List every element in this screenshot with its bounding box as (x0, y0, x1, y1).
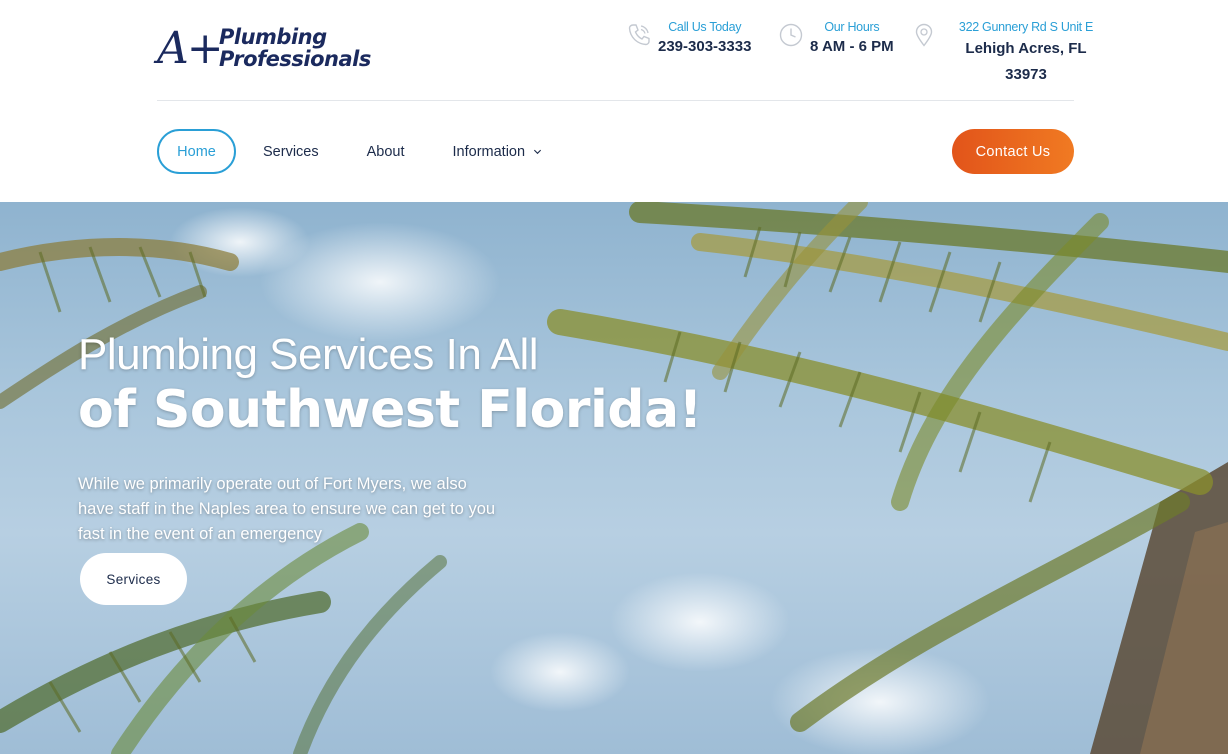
site-header: A+ Plumbing Professionals Call Us Today … (0, 0, 1228, 202)
logo-mark: A+ (157, 23, 224, 74)
logo-line1: Plumbing (219, 25, 327, 49)
hero-title-line1: Plumbing Services In All (78, 330, 539, 379)
nav-about[interactable]: About (367, 129, 405, 174)
hours-label: Our Hours (824, 20, 880, 34)
hero-section: Plumbing Services In All of Southwest Fl… (0, 202, 1228, 754)
nav-services[interactable]: Services (263, 129, 319, 174)
main-nav: Home Services About Information (157, 129, 542, 174)
nav-home[interactable]: Home (157, 129, 236, 174)
hours-info: Our Hours 8 AM - 6 PM (778, 18, 894, 58)
map-pin-icon (911, 22, 937, 48)
logo-wordmark: Plumbing Professionals (219, 26, 371, 70)
header-divider (157, 100, 1074, 101)
hero-services-button[interactable]: Services (80, 553, 187, 605)
contact-us-button[interactable]: Contact Us (952, 129, 1074, 174)
hero-subtitle: While we primarily operate out of Fort M… (78, 475, 496, 543)
phone-number[interactable]: 239-303-3333 (658, 36, 751, 58)
phone-icon (626, 22, 652, 48)
site-logo[interactable]: A+ Plumbing Professionals (157, 22, 372, 78)
hero-title-line2: of Southwest Florida! (78, 380, 702, 440)
clock-icon (778, 22, 804, 48)
hours-value: 8 AM - 6 PM (810, 38, 894, 55)
address-street: 322 Gunnery Rd S Unit E (958, 20, 1094, 34)
phone-info[interactable]: Call Us Today 239-303-3333 (626, 18, 751, 58)
logo-line2: Professionals (219, 47, 371, 71)
chevron-down-icon (534, 149, 542, 155)
phone-label: Call Us Today (668, 20, 742, 34)
address-info[interactable]: 322 Gunnery Rd S Unit E Lehigh Acres, FL… (911, 18, 1109, 88)
address-city: Lehigh Acres, FL 33973 (965, 40, 1087, 83)
nav-information-label: Information (452, 143, 526, 160)
nav-information[interactable]: Information (453, 129, 543, 174)
